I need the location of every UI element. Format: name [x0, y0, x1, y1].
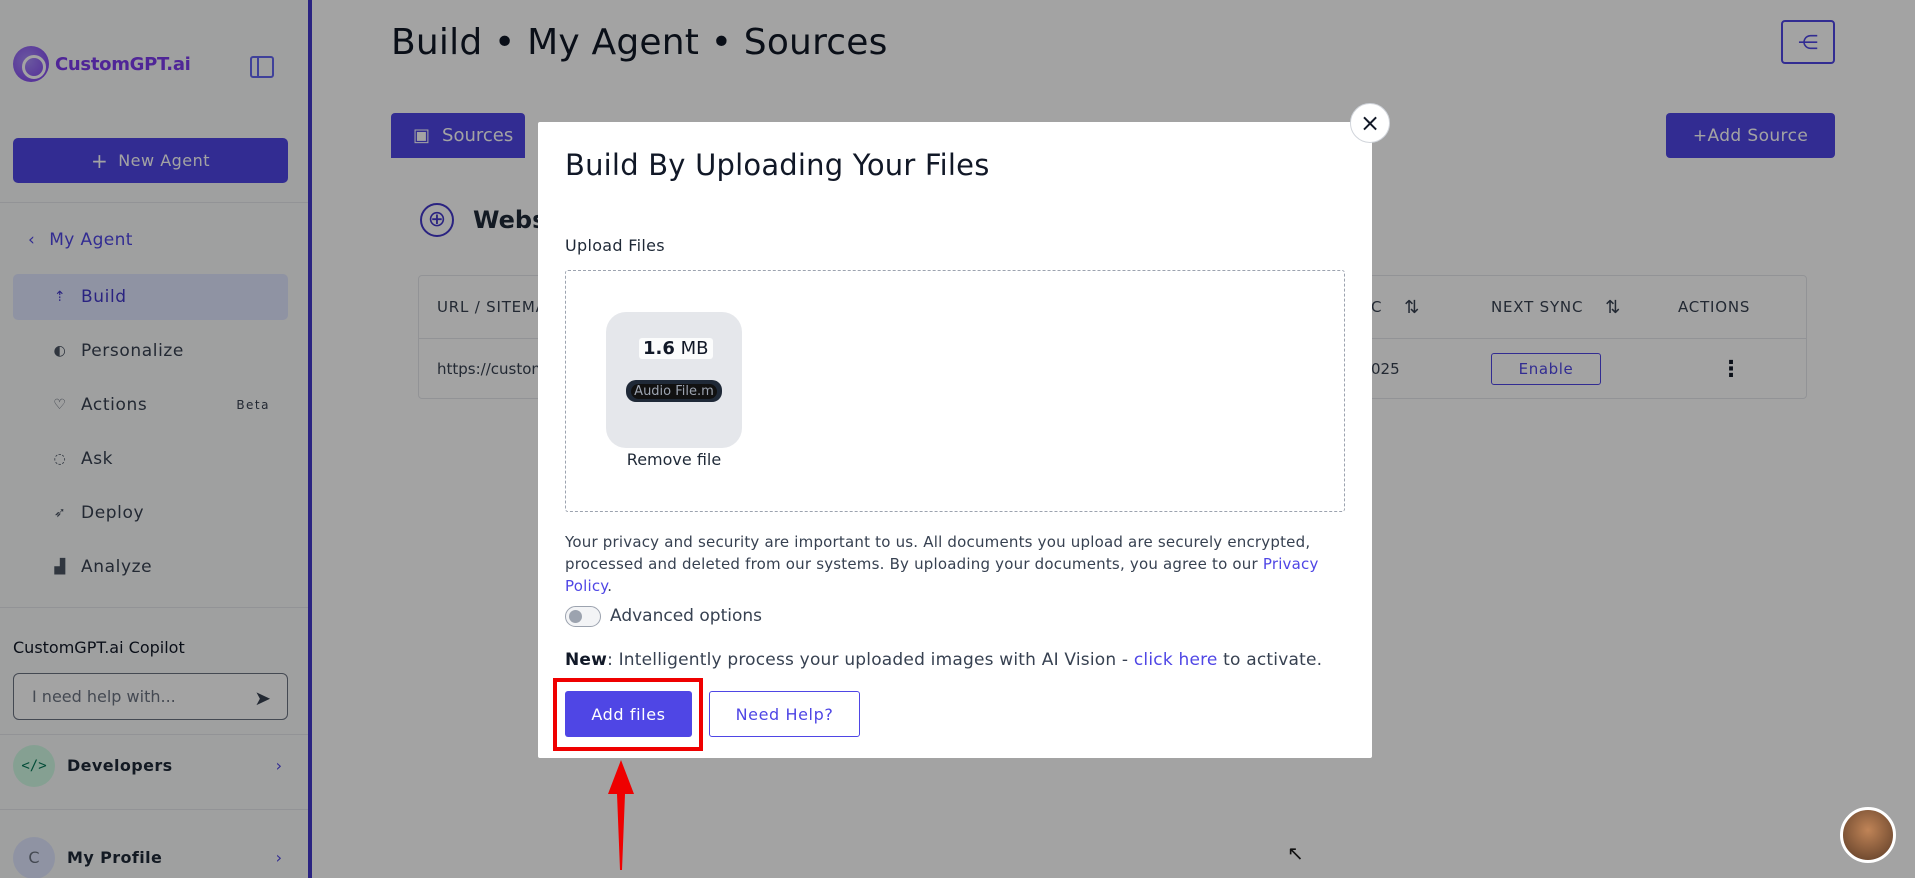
file-name: Audio File.m [626, 380, 722, 402]
file-name-text: Audio File.m [631, 383, 717, 399]
privacy-notice: Your privacy and security are important … [565, 533, 1319, 595]
upload-files-label: Upload Files [565, 236, 665, 255]
file-dropzone[interactable]: 1.6 MB Audio File.m Remove file [565, 270, 1345, 512]
ai-vision-notice: New: Intelligently process your uploaded… [565, 650, 1322, 670]
modal-title: Build By Uploading Your Files [565, 148, 990, 182]
file-size-unit: MB [680, 338, 709, 359]
privacy-text: Your privacy and security are important … [565, 533, 1311, 573]
annotation-arrow-icon [608, 760, 634, 870]
remove-file-link[interactable]: Remove file [606, 450, 742, 469]
ai-vision-activate-link[interactable]: click here [1134, 650, 1218, 670]
upload-files-modal: Build By Uploading Your Files Upload Fil… [538, 122, 1372, 758]
new-prefix: New [565, 650, 608, 670]
add-files-button[interactable]: Add files [565, 691, 692, 737]
file-size-value: 1.6 [643, 338, 675, 359]
advanced-options-toggle[interactable] [565, 606, 601, 627]
advanced-options-label: Advanced options [610, 606, 762, 626]
file-preview-tile: 1.6 MB Audio File.m [606, 312, 742, 448]
need-help-button[interactable]: Need Help? [709, 691, 860, 737]
close-icon: × [1359, 109, 1381, 137]
file-size: 1.6 MB [639, 338, 713, 359]
close-modal-button[interactable]: × [1350, 103, 1390, 143]
support-chat-avatar[interactable] [1840, 807, 1896, 863]
mouse-cursor-icon: ↖ [1287, 841, 1304, 865]
ai-vision-text: : Intelligently process your uploaded im… [607, 650, 1134, 670]
ai-vision-suffix: to activate. [1217, 650, 1323, 670]
